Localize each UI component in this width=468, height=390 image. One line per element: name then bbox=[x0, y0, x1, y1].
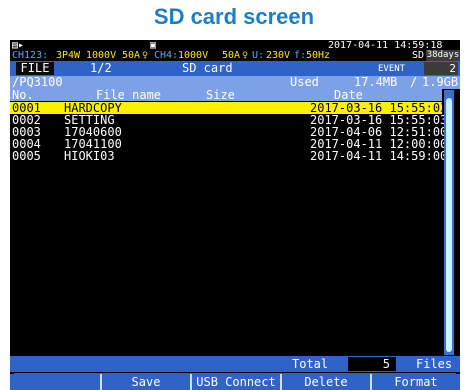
column-size: Size bbox=[206, 88, 235, 102]
sd-label: SD bbox=[412, 50, 425, 61]
voltage-range: 1000V bbox=[86, 50, 117, 61]
event-count: 2 bbox=[424, 62, 458, 75]
ch4-voltage: 1000V bbox=[178, 50, 209, 61]
function-key-1[interactable] bbox=[10, 374, 100, 390]
scrollbar-thumb[interactable] bbox=[446, 98, 452, 352]
clamp-icon: ♀ bbox=[142, 50, 149, 61]
u-label: U: bbox=[252, 50, 265, 61]
f-value: 50Hz bbox=[306, 50, 331, 61]
delete-button[interactable]: Delete bbox=[280, 374, 370, 390]
file-no: 0005 bbox=[12, 149, 41, 163]
capacity: 1.9GB bbox=[422, 75, 459, 89]
wiring-mode: 3P4W bbox=[56, 50, 81, 61]
days-remaining: 38days bbox=[426, 50, 460, 61]
column-no: No. bbox=[12, 88, 34, 102]
used-label: Used bbox=[290, 75, 319, 89]
instrument-screen: ▤▸ ▣ 2017-04-11 14:59:18 CH123: 3P4W 100… bbox=[10, 40, 460, 390]
total-label: Total bbox=[292, 357, 329, 371]
clamp-icon-2: ♀ bbox=[242, 50, 249, 61]
table-row[interactable]: 0005 HIOKI03 2017-04-11 14:59:00 bbox=[10, 149, 447, 163]
format-button[interactable]: Format bbox=[370, 374, 460, 390]
page-indicator: 1/2 bbox=[90, 61, 112, 75]
file-date: 2017-04-11 14:59:00 bbox=[310, 149, 448, 163]
column-file-name: File name bbox=[96, 88, 162, 102]
total-count: 5 bbox=[348, 357, 396, 371]
current-range-2: 50A bbox=[222, 50, 241, 61]
column-date: Date bbox=[334, 88, 363, 102]
screen-caption: SD card screen bbox=[153, 4, 315, 29]
total-unit: Files bbox=[416, 357, 453, 371]
u-value: 230V bbox=[266, 50, 291, 61]
ch123-label: CH123: bbox=[12, 50, 49, 61]
file-name: HIOKI03 bbox=[64, 149, 115, 163]
event-label: EVENT bbox=[378, 64, 406, 74]
current-range-1: 50A bbox=[122, 50, 141, 61]
function-key-bar: Save USB Connect Delete Format bbox=[10, 374, 460, 390]
page-title: SD card bbox=[182, 61, 233, 75]
ch4-label: CH4: bbox=[154, 50, 179, 61]
usb-connect-button[interactable]: USB Connect bbox=[190, 374, 280, 390]
save-button[interactable]: Save bbox=[100, 374, 190, 390]
file-tab[interactable]: FILE bbox=[16, 62, 54, 75]
capacity-separator: / bbox=[410, 75, 418, 89]
f-label: f: bbox=[294, 50, 307, 61]
